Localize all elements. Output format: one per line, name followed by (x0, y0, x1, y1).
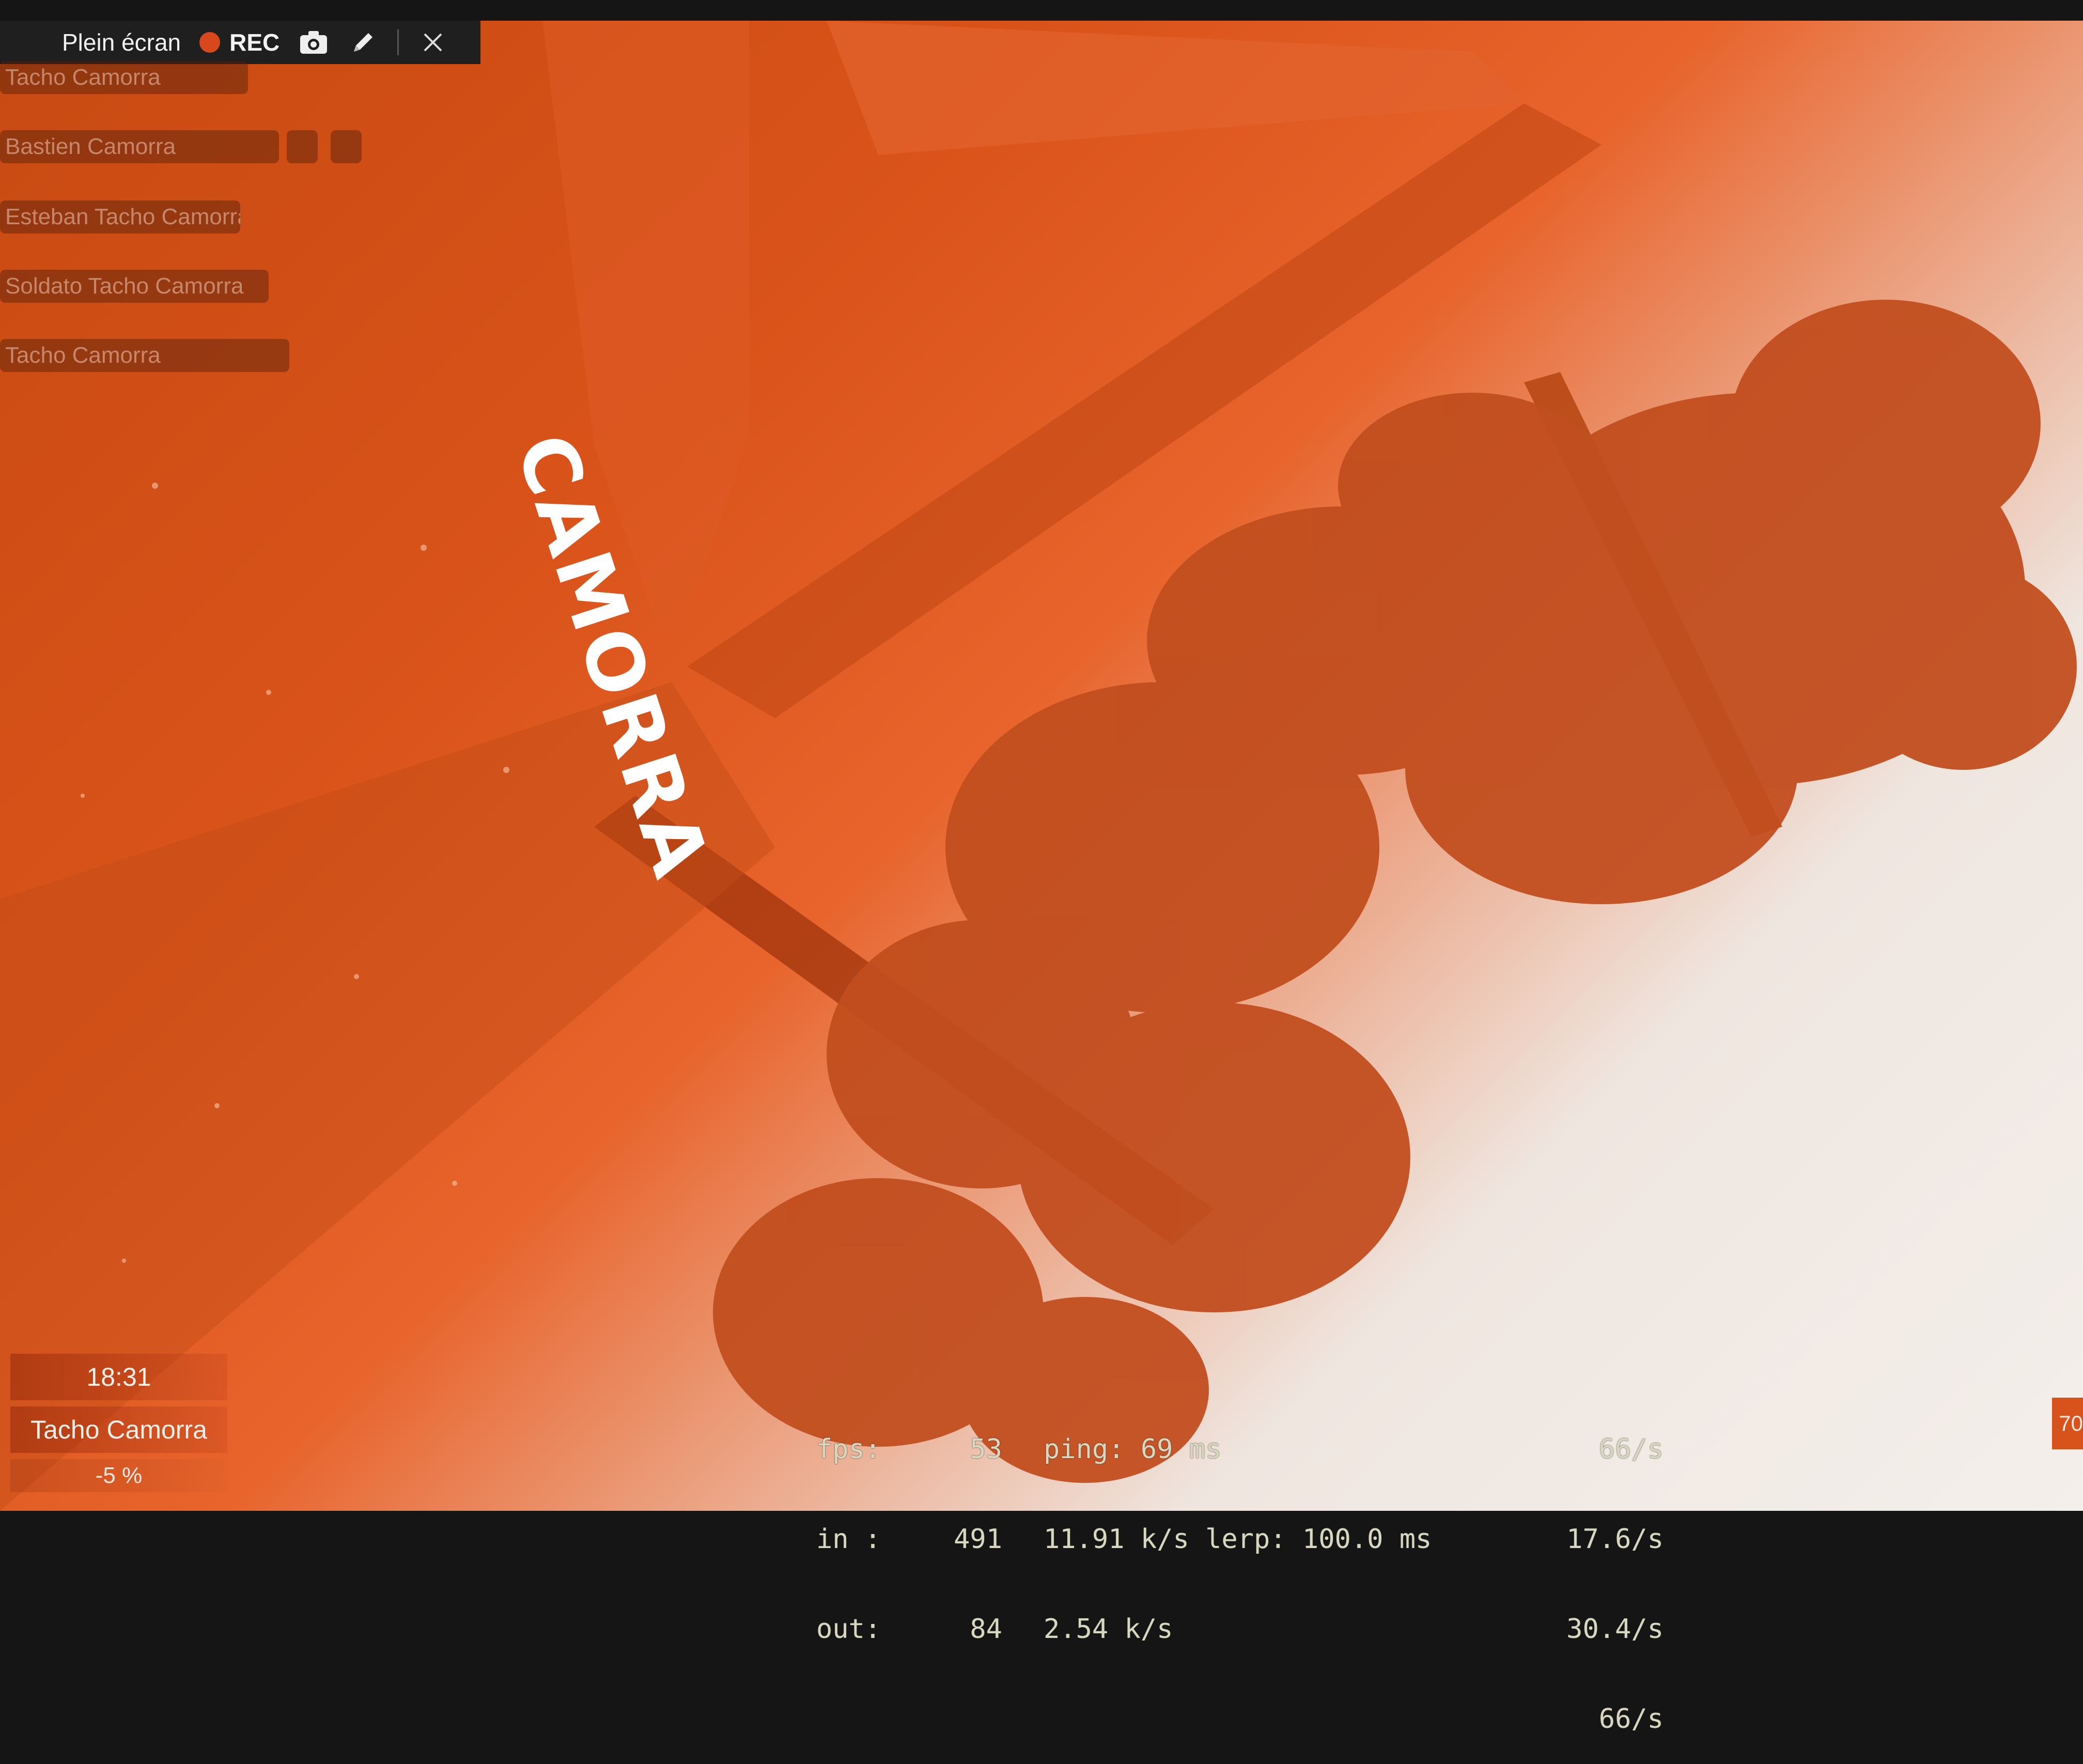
rate-3: 30.4/s (1566, 1614, 1664, 1645)
clock-time: 18:31 (10, 1354, 227, 1400)
menu-item[interactable]: Tacho Camorra (0, 339, 289, 372)
fullscreen-button[interactable]: Plein écran (62, 28, 181, 56)
menu-item[interactable]: Tacho Camorra (0, 61, 248, 94)
game-screen: CAMORRA (0, 21, 2083, 1511)
net-graph-row: 66/s (816, 1704, 1664, 1734)
rate-1: 66/s (1598, 1434, 1664, 1465)
in-rate: 11.91 k/s lerp: 100.0 ms (1044, 1524, 1432, 1555)
out-value: 84 (970, 1614, 1002, 1645)
toolbar-divider (397, 29, 399, 55)
camera-icon[interactable] (298, 27, 329, 58)
net-graph-row: fps: 53 ping: 69 ms 66/s (816, 1434, 1664, 1464)
rate-2: 17.6/s (1566, 1524, 1664, 1555)
player-hud: 18:31 Tacho Camorra -5 % (10, 1354, 227, 1498)
menu-item[interactable]: Soldato Tacho Camorra (0, 270, 269, 303)
recording-toolbar: Plein écran REC (0, 21, 480, 64)
in-value: 491 (954, 1524, 1002, 1555)
edge-counter-badge: 70 (2052, 1398, 2083, 1449)
menu-item[interactable]: Esteban Tacho Camorra (0, 200, 240, 234)
menu-option-button[interactable] (331, 130, 362, 163)
scene-illustration (0, 21, 2077, 1511)
menu-item[interactable]: Bastien Camorra (0, 130, 279, 163)
percent-indicator: -5 % (10, 1459, 227, 1492)
player-name: Tacho Camorra (10, 1406, 227, 1453)
fps-label: fps: (816, 1434, 881, 1465)
tree-foliage (713, 300, 2077, 1483)
out-rate: 2.54 k/s (1044, 1614, 1173, 1645)
canopy-beam (827, 21, 1524, 155)
net-graph-row: out: 84 2.54 k/s 30.4/s (816, 1614, 1664, 1644)
close-icon[interactable] (417, 27, 448, 58)
fps-value: 53 (970, 1434, 1002, 1465)
in-label: in : (816, 1524, 881, 1555)
net-graph: fps: 53 ping: 69 ms 66/s in : 491 11.91 … (816, 1374, 1664, 1764)
ping-text: ping: 69 ms (1044, 1434, 1222, 1465)
rate-4: 66/s (1598, 1704, 1664, 1735)
out-label: out: (816, 1614, 881, 1645)
record-button[interactable]: REC (199, 28, 279, 56)
menu-option-button[interactable] (287, 130, 318, 163)
record-dot-icon (199, 32, 221, 53)
pencil-icon[interactable] (348, 27, 379, 58)
record-label: REC (229, 29, 280, 56)
net-graph-row: in : 491 11.91 k/s lerp: 100.0 ms 17.6/s (816, 1524, 1664, 1554)
